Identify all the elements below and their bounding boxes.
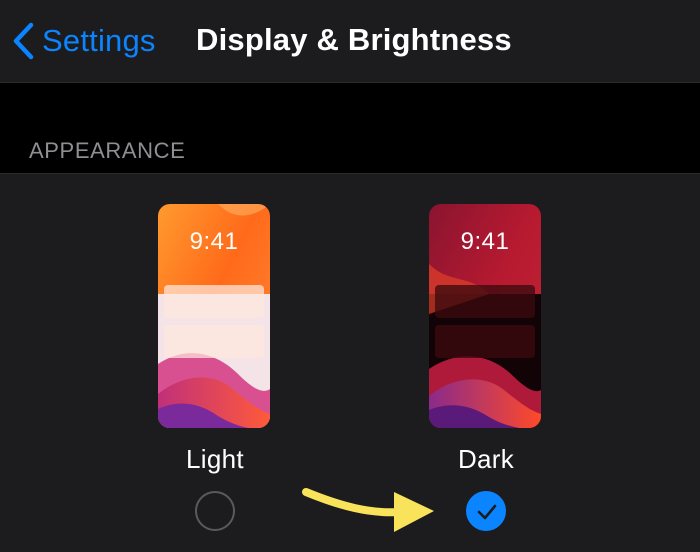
- appearance-option-light[interactable]: 9:41 Light: [135, 174, 295, 552]
- display-brightness-screen: Settings Display & Brightness APPEARANCE: [0, 0, 700, 552]
- dark-option-label: Dark: [457, 444, 515, 474]
- light-preview-time: 9:41: [189, 228, 239, 255]
- navigation-bar: Settings Display & Brightness: [0, 0, 700, 83]
- dark-preview-notification: [435, 325, 535, 358]
- light-option-label: Light: [186, 444, 244, 474]
- light-preview-notification: [164, 285, 264, 318]
- section-header: APPEARANCE: [0, 83, 700, 174]
- dark-preview-time: 9:41: [460, 228, 510, 255]
- checkmark-icon: [477, 504, 497, 520]
- dark-preview-notification: [435, 285, 535, 318]
- section-title-appearance: APPEARANCE: [29, 138, 186, 163]
- dark-preview-thumbnail[interactable]: 9:41: [429, 204, 541, 428]
- page-title: Display & Brightness: [196, 22, 512, 57]
- light-preview-notification: [164, 325, 264, 358]
- back-button-label: Settings: [42, 23, 156, 58]
- chevron-left-icon: [13, 22, 34, 60]
- arrow-right-icon: [302, 488, 434, 532]
- dark-radio-button[interactable]: [466, 491, 506, 531]
- back-button[interactable]: Settings: [12, 18, 156, 64]
- light-preview-thumbnail[interactable]: 9:41: [158, 204, 270, 428]
- light-radio-button[interactable]: [195, 491, 235, 531]
